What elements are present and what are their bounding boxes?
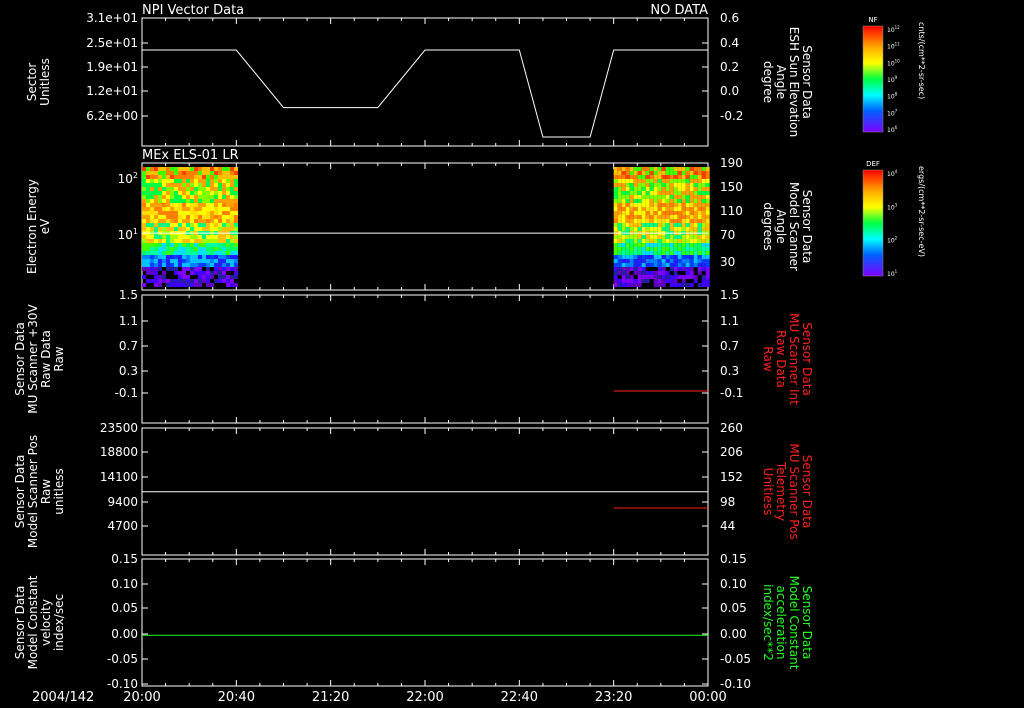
colorbar-def-unit: ergs/(cm**2-sr-sec-eV) xyxy=(917,166,926,257)
left-axis-label: Electron EnergyeV xyxy=(25,179,52,274)
right-axis-label: Sensor DataModel ScannerAngledegrees xyxy=(761,182,814,271)
sun-elevation-line xyxy=(142,49,708,138)
right-tick-label: 98 xyxy=(720,495,735,509)
colorbar-tick-label: 1010 xyxy=(887,58,900,67)
right-tick-label: 190 xyxy=(720,156,743,170)
plot-canvas: 3.1e+01 2.5e+01 1.9e+01 1.2e+01 6.2e+00 0.6 0.… xyxy=(13,3,926,705)
colorbar-tick-label: 101 xyxy=(887,269,898,278)
left-tick-label: 0.10 xyxy=(111,577,138,591)
left-tick-label: 3.1e+01 xyxy=(86,11,138,25)
time-tick-label: 23:20 xyxy=(595,690,632,705)
colorbar-tick-label: 106 xyxy=(887,125,898,134)
date-label: 2004/142 xyxy=(32,690,94,705)
left-tick-label: -0.10 xyxy=(107,677,138,691)
time-tick-label: 20:00 xyxy=(123,690,160,705)
panel2-title: MEx ELS-01 LR xyxy=(142,148,239,163)
left-tick-label: -0.05 xyxy=(107,652,138,666)
left-tick-label: 101 xyxy=(118,227,138,242)
left-axis-label: Sensor DataModel Constantvelocityindex/s… xyxy=(13,575,66,669)
left-axis-label: Sensor DataMU Scanner +30VRaw DataRaw xyxy=(13,304,66,414)
right-tick-label: 0.05 xyxy=(720,601,747,615)
right-axis-label: Sensor DataModel Constantaccelerationind… xyxy=(761,576,814,670)
left-axis-label: SectorUnitless xyxy=(25,58,52,106)
colorbar-tick-label: 104 xyxy=(887,169,898,178)
left-tick-label: 0.3 xyxy=(119,364,138,378)
panel-5: 0.15 0.10 0.05 0.00 -0.05 -0.10 0.15 0.10 0.05 0.… xyxy=(13,552,814,691)
left-tick-label: 102 xyxy=(118,171,138,186)
right-tick-label: 1.1 xyxy=(720,314,739,328)
colorbar-tick-label: 1012 xyxy=(887,25,900,34)
time-tick-label: 20:40 xyxy=(218,690,255,705)
panel1-title: NPI Vector Data xyxy=(142,3,244,18)
left-tick-label: 0.7 xyxy=(119,339,138,353)
left-tick-label: 1.5 xyxy=(119,288,138,302)
right-tick-label: 0.2 xyxy=(720,60,739,74)
right-tick-label: -0.05 xyxy=(720,652,751,666)
right-tick-label: 0.0 xyxy=(720,84,739,98)
right-tick-label: 152 xyxy=(720,470,743,484)
right-tick-label: 70 xyxy=(720,228,735,242)
colorbar-tick-label: 109 xyxy=(887,75,898,84)
right-tick-label: -0.1 xyxy=(720,386,743,400)
right-tick-label: 0.15 xyxy=(720,552,747,566)
panel-frame xyxy=(141,558,709,687)
time-tick-label: 00:00 xyxy=(689,690,726,705)
left-tick-label: -0.1 xyxy=(115,386,138,400)
right-axis-label: Sensor DataESH Sun ElevationAngledegree xyxy=(761,27,814,137)
right-axis-label: Sensor DataMU Scanner PosTelemetryUnitle… xyxy=(761,443,814,539)
right-tick-label: 0.7 xyxy=(720,339,739,353)
right-tick-label: 0.6 xyxy=(720,11,739,25)
panel1-status: NO DATA xyxy=(650,3,708,18)
right-axis-label: Sensor DataMU Scanner IntRaw DataRaw xyxy=(761,313,814,405)
colorbar-nf-label: NF xyxy=(868,16,877,24)
colorbar-tick-label: 107 xyxy=(887,108,898,117)
left-tick-label: 1.2e+01 xyxy=(86,84,138,98)
time-tick-label: 22:40 xyxy=(501,690,538,705)
panel-1: 3.1e+01 2.5e+01 1.9e+01 1.2e+01 6.2e+00 0.6 0.… xyxy=(25,11,814,147)
left-tick-label: 1.9e+01 xyxy=(86,60,138,74)
right-tick-label: -0.10 xyxy=(720,677,751,691)
left-tick-label: 1.1 xyxy=(119,314,138,328)
right-tick-label: 1.5 xyxy=(720,288,739,302)
time-tick-label: 22:00 xyxy=(406,690,443,705)
left-tick-label: 6.2e+00 xyxy=(86,109,138,123)
right-tick-label: 0.3 xyxy=(720,364,739,378)
colorbar-tick-label: 108 xyxy=(887,92,898,101)
right-tick-label: 30 xyxy=(720,255,735,269)
panel-3: 1.5 1.1 0.7 0.3 -0.1 1.5 1.1 0.7 0.3 -0.1 Sensor D… xyxy=(13,288,814,424)
left-tick-label: 0.00 xyxy=(111,627,138,641)
right-tick-label: 260 xyxy=(720,421,743,435)
left-tick-label: 23500 xyxy=(100,421,138,435)
right-tick-label: -0.2 xyxy=(720,109,743,123)
left-axis-label: Sensor DataModel Scanner PosRawunitless xyxy=(13,435,66,548)
right-tick-label: 206 xyxy=(720,445,743,459)
right-tick-label: 110 xyxy=(720,204,743,218)
colorbar-tick-label: 102 xyxy=(887,236,898,245)
colorbar-def-label: DEF xyxy=(866,160,880,168)
panel-4: 23500 18800 14100 9400 4700 260 206 152 98 44 Sens… xyxy=(13,421,814,556)
colorbar-nf-unit: cnts/(cm**2-sr-sec) xyxy=(917,22,926,99)
left-tick-label: 2.5e+01 xyxy=(86,36,138,50)
right-tick-label: 0.00 xyxy=(720,627,747,641)
colorbar-tick-label: 1011 xyxy=(887,42,900,51)
panel-frame xyxy=(141,17,709,147)
right-tick-label: 0.4 xyxy=(720,36,739,50)
left-tick-label: 14100 xyxy=(100,470,138,484)
right-tick-label: 0.10 xyxy=(720,577,747,591)
right-tick-label: 44 xyxy=(720,519,735,533)
left-tick-label: 0.05 xyxy=(111,601,138,615)
colorbar-tick-label: 103 xyxy=(887,202,898,211)
time-tick-label: 21:20 xyxy=(312,690,349,705)
left-tick-label: 18800 xyxy=(100,445,138,459)
left-tick-label: 9400 xyxy=(107,495,138,509)
left-tick-label: 4700 xyxy=(107,519,138,533)
left-tick-label: 0.15 xyxy=(111,552,138,566)
spectrogram xyxy=(142,167,710,287)
panel-frame xyxy=(141,294,709,424)
right-tick-label: 150 xyxy=(720,180,743,194)
